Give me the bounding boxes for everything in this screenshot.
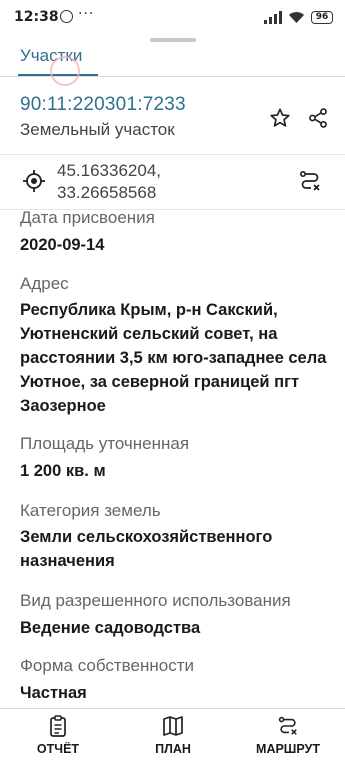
nav-plan-button[interactable]: ПЛАН (128, 715, 218, 756)
whatsapp-icon (60, 10, 73, 23)
ownership-label: Форма собственности (20, 656, 194, 675)
area-label: Площадь уточненная (20, 434, 190, 453)
battery-icon: 96 (311, 10, 333, 24)
route-button[interactable] (296, 167, 324, 195)
share-icon (309, 108, 327, 128)
share-button[interactable] (304, 104, 332, 132)
assign-date-label: Дата присвоения (20, 208, 155, 227)
status-bar: 12:38 ··· 96 (0, 0, 345, 36)
watermark-logo-icon (50, 56, 80, 86)
category-label: Категория земель (20, 501, 161, 520)
star-icon (270, 108, 290, 127)
address-value: Республика Крым, р-н Сакский, Уютненский… (20, 301, 327, 415)
nav-report-label: ОТЧЁТ (36, 742, 80, 756)
signal-icon (264, 10, 282, 24)
area-value: 1 200 кв. м (20, 462, 106, 480)
permitted-use-value: Ведение садоводства (20, 619, 201, 637)
nav-route-label: МАРШРУТ (256, 742, 320, 756)
bottom-nav: ОТЧЁТ ПЛАН МАРШРУТ (0, 708, 345, 768)
ownership-value: Частная (20, 684, 87, 702)
route-icon (299, 170, 320, 191)
status-time: 12:38 (14, 9, 59, 25)
assign-date-value: 2020-09-14 (20, 236, 105, 254)
nav-report-button[interactable]: ОТЧЁТ (13, 715, 103, 756)
parcel-type: Земельный участок (20, 120, 175, 139)
nav-route-button[interactable]: МАРШРУТ (243, 715, 333, 756)
cadastral-number[interactable]: 90:11:220301:7233 (20, 94, 186, 116)
nav-plan-label: ПЛАН (155, 742, 191, 756)
wifi-icon (289, 11, 304, 23)
report-icon (50, 715, 66, 737)
category-value: Земли сельскохозяйственного назначения (20, 528, 273, 570)
coordinate-longitude: 33.26658568 (57, 183, 157, 202)
status-icons: 96 (264, 8, 333, 26)
drag-handle[interactable] (150, 38, 196, 42)
route-icon (278, 716, 297, 735)
address-label: Адрес (20, 274, 69, 293)
more-notifications-icon: ··· (78, 6, 95, 22)
gps-target-icon (23, 170, 45, 192)
map-icon (163, 716, 183, 736)
coordinates-text[interactable]: 45.16336204, 33.26658568 (57, 160, 161, 204)
locate-button[interactable] (20, 167, 48, 195)
coordinate-latitude: 45.16336204, (57, 161, 161, 180)
favorite-button[interactable] (266, 104, 294, 132)
permitted-use-label: Вид разрешенного использования (20, 591, 291, 610)
sheet-header: Участки (0, 36, 345, 86)
coordinates-row: 45.16336204, 33.26658568 (0, 154, 345, 210)
